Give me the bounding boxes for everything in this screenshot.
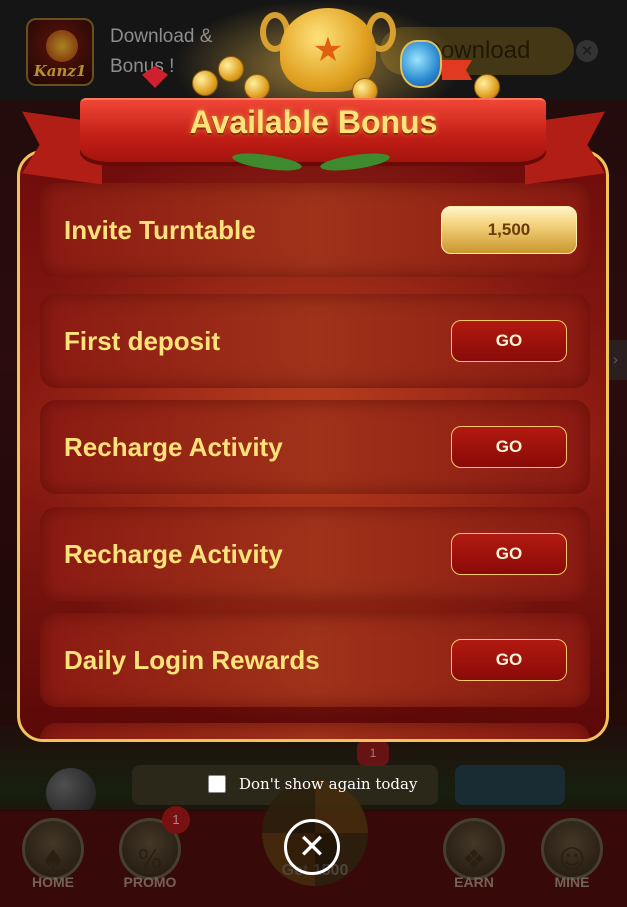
dont-show-label: Don't show again today bbox=[239, 775, 418, 793]
potion-icon bbox=[400, 40, 442, 88]
bonus-label: Recharge Activity bbox=[64, 539, 283, 569]
bonus-header: ★ Available Bonus bbox=[22, 0, 605, 190]
bonus-label: Recharge Activity bbox=[64, 432, 283, 462]
bonus-row-recharge-activity-2: Recharge Activity GO bbox=[40, 507, 590, 601]
bonus-row-recharge-activity: Recharge Activity GO bbox=[40, 400, 590, 494]
bonus-panel: Invite Turntable 1,500 First deposit GO … bbox=[17, 150, 609, 742]
coin-icon bbox=[474, 74, 500, 100]
bonus-label: Daily Login Rewards bbox=[64, 645, 320, 675]
star-icon: ★ bbox=[312, 30, 344, 70]
bonus-label: Invite Turntable bbox=[64, 215, 256, 245]
bonus-list: Invite Turntable 1,500 First deposit GO … bbox=[40, 183, 590, 739]
go-button[interactable]: GO bbox=[451, 320, 567, 362]
modal-title: Available Bonus bbox=[189, 104, 438, 140]
modal-close-icon[interactable]: ✕ bbox=[284, 819, 340, 875]
dont-show-checkbox[interactable] bbox=[208, 775, 226, 793]
coin-icon bbox=[192, 70, 218, 96]
bonus-label: First deposit bbox=[64, 326, 221, 356]
bonus-row-first-deposit: First deposit GO bbox=[40, 294, 590, 388]
go-button[interactable]: GO bbox=[451, 533, 567, 575]
flag-icon bbox=[442, 60, 472, 80]
bonus-row-partial bbox=[40, 723, 590, 739]
bonus-row-daily-login: Daily Login Rewards GO bbox=[40, 613, 590, 707]
bonus-row-invite-turntable: Invite Turntable 1,500 bbox=[40, 183, 590, 277]
bonus-amount-pill[interactable]: 1,500 bbox=[441, 206, 577, 254]
coin-icon bbox=[218, 56, 244, 82]
gem-icon bbox=[142, 66, 168, 88]
dont-show-again-toggle[interactable]: Don't show again today bbox=[208, 773, 417, 795]
go-button[interactable]: GO bbox=[451, 426, 567, 468]
coin-icon bbox=[244, 74, 270, 100]
go-button[interactable]: GO bbox=[451, 639, 567, 681]
